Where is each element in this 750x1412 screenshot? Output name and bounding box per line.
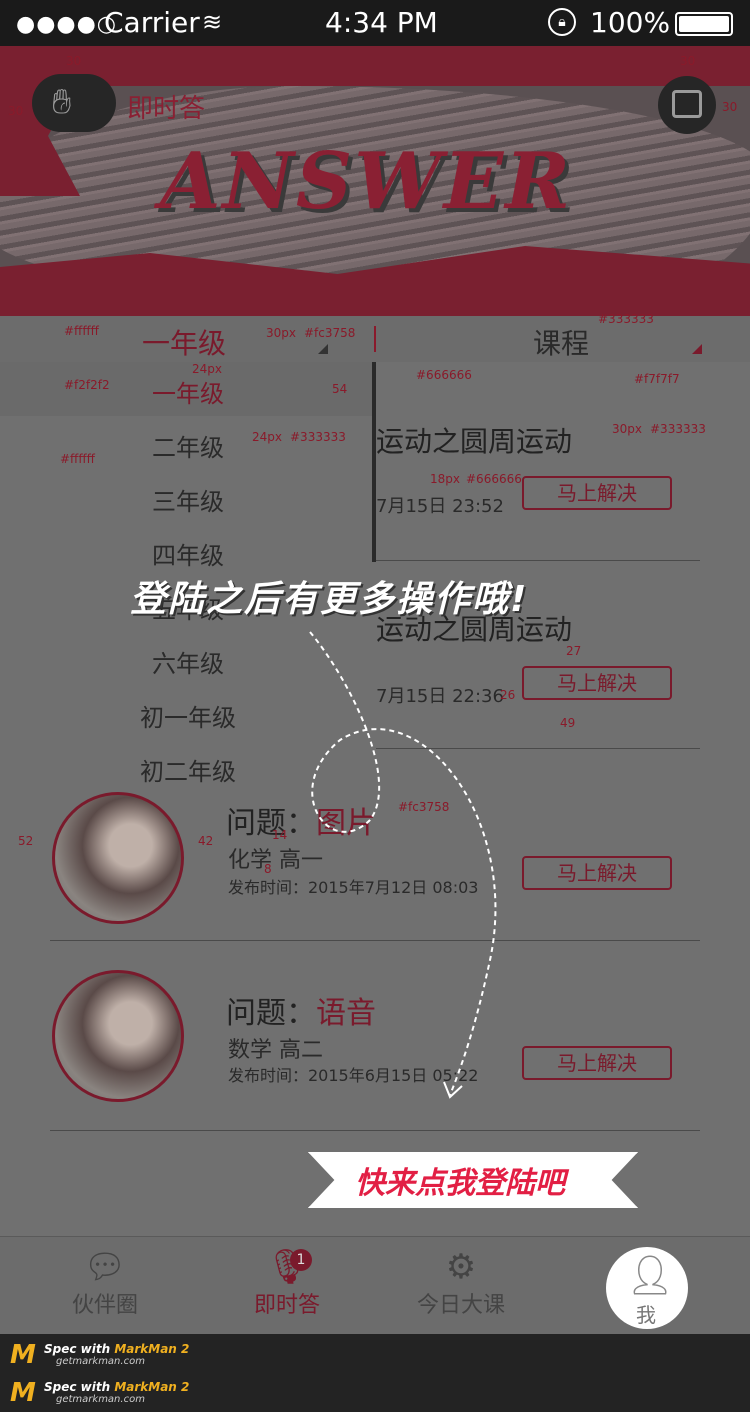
tab-today-lecture[interactable]: ⚙︎ 今日大课 bbox=[386, 1247, 536, 1319]
login-hint-text: 登陆之后有更多操作哦! bbox=[130, 579, 529, 620]
tab-label: 即时答 bbox=[253, 1293, 320, 1318]
film-reel-icon: ⚙︎ bbox=[445, 1247, 477, 1287]
markman-brand: MarkMan 2 bbox=[114, 1380, 190, 1394]
tab-label: 今日大课 bbox=[416, 1293, 505, 1318]
chat-bubble-icon: 💬︎ bbox=[83, 1247, 127, 1287]
tab-label: 我 bbox=[636, 1303, 656, 1327]
markman-url: getmarkman.com bbox=[56, 1394, 145, 1405]
tab-instant-answer[interactable]: 🎙︎ 即时答 bbox=[212, 1247, 362, 1319]
tab-bar: 💬︎ 伙伴圈 🎙︎ 即时答 1 ⚙︎ 今日大课 👤︎ 我 bbox=[0, 1236, 750, 1334]
markman-text: Spec with MarkMan 2 bbox=[44, 1342, 189, 1356]
login-banner-label[interactable]: 快来点我登陆吧 bbox=[355, 1158, 565, 1202]
tab-label: 伙伴圈 bbox=[71, 1293, 138, 1318]
markman-brand: MarkMan 2 bbox=[114, 1342, 190, 1356]
notification-badge: 1 bbox=[290, 1249, 312, 1271]
markman-url: getmarkman.com bbox=[56, 1356, 145, 1367]
markman-line: Spec with bbox=[44, 1380, 111, 1394]
tab-partner-circle[interactable]: 💬︎ 伙伴圈 bbox=[30, 1247, 180, 1319]
markman-line: Spec with bbox=[44, 1342, 111, 1356]
markman-logo-icon: M bbox=[10, 1378, 36, 1408]
microphone-icon: 🎙︎ bbox=[265, 1247, 309, 1287]
markman-logo-icon: M bbox=[10, 1340, 36, 1370]
markman-watermark: M Spec with MarkMan 2 getmarkman.com M S… bbox=[0, 1334, 750, 1412]
markman-text: Spec with MarkMan 2 bbox=[44, 1380, 189, 1394]
person-icon: 👤︎ bbox=[626, 1253, 675, 1297]
tab-me[interactable]: 👤︎ 我 bbox=[606, 1247, 688, 1329]
